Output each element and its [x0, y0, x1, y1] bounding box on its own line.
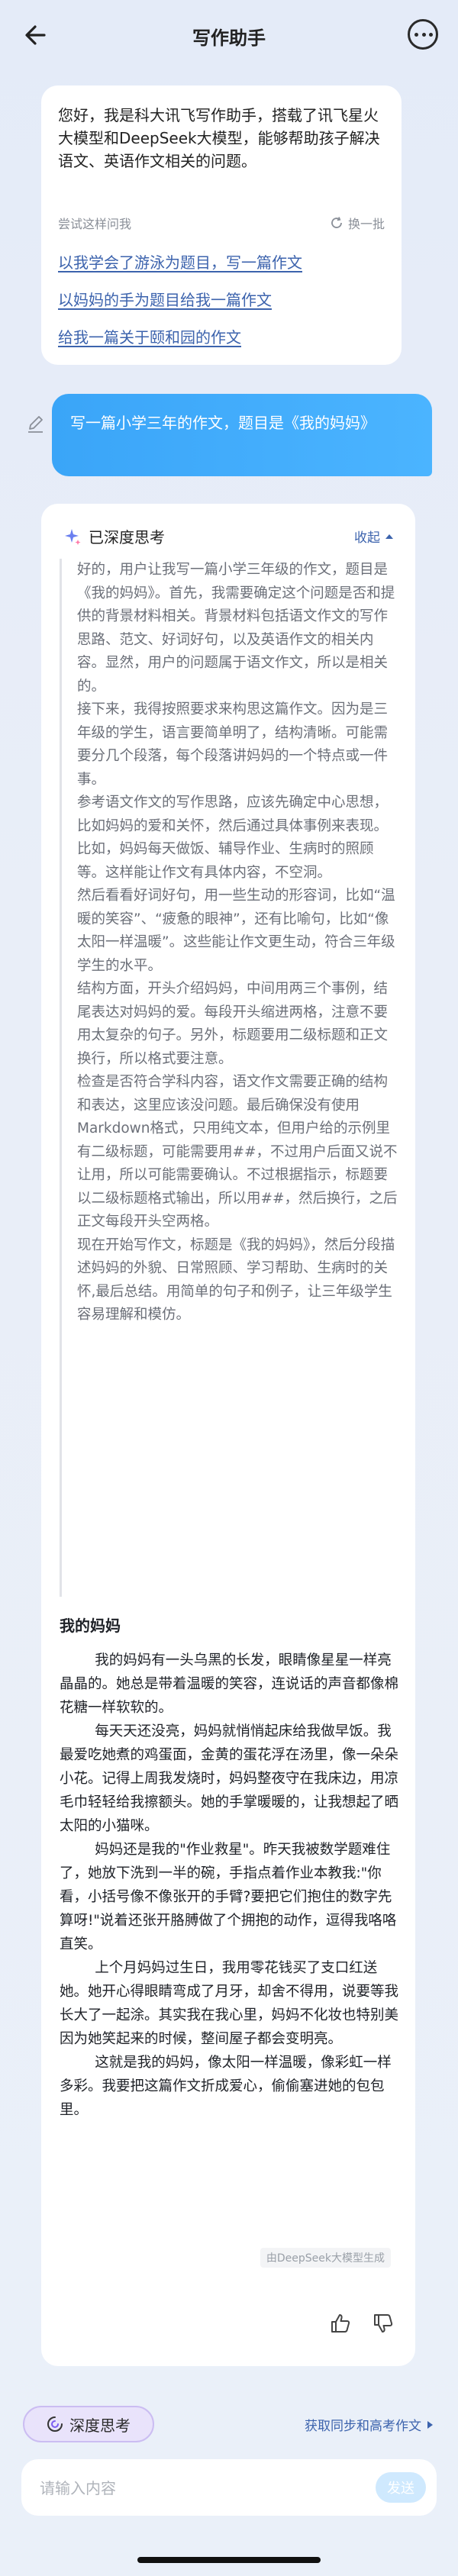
sync-essay-label: 获取同步和高考作文	[305, 2419, 421, 2434]
refresh-label: 换一批	[347, 217, 385, 231]
collapse-label: 收起	[354, 530, 380, 546]
deep-think-label: 深度思考	[69, 2416, 131, 2435]
thinking-paragraph: 检查是否符合学科内容，语文作文需要正确的结构和表达，这里应该没问题。最后确保没有…	[77, 1074, 398, 1230]
home-indicator	[137, 2557, 321, 2563]
thinking-paragraph: 结构方面，开头介绍妈妈，中间用两三个事例，结尾表达对妈妈的爱。每段开头缩进两格，…	[77, 981, 389, 1067]
chevron-up-icon	[385, 534, 393, 539]
deep-think-icon	[47, 2416, 63, 2432]
sparkle-icon	[65, 528, 81, 545]
thinking-paragraph: 接下来，我得按照要求来构思这篇作文。因为是三年级的学生，语言要简单明了，结构清晰…	[77, 701, 389, 788]
user-message-bubble: 写一篇小学三年的作文，题目是《我的妈妈》	[52, 394, 432, 476]
answer-content: 我的妈妈 我的妈妈有一头乌黑的长发，眼睛像星星一样亮晶晶的。她总是带着温暖的笑容…	[60, 1614, 402, 2122]
edit-icon[interactable]	[26, 414, 46, 434]
try-asking-label: 尝试这样问我	[58, 217, 132, 231]
welcome-intro: 您好，我是科大讯飞写作助手，搭载了讯飞星火大模型和DeepSeek大模型，能够帮…	[58, 106, 380, 170]
feedback-row	[330, 2313, 394, 2334]
collapse-thinking-button[interactable]: 收起	[354, 527, 394, 546]
suggestion-link[interactable]: 以我学会了游泳为题目，写一篇作文	[58, 250, 302, 272]
send-button[interactable]: 发送	[376, 2472, 426, 2503]
thinking-paragraph: 现在开始写作文，标题是《我的妈妈》，然后分段描述妈妈的外貌、日常照顾、学习帮助、…	[77, 1236, 395, 1323]
generated-by-note: 由DeepSeek大模型生成	[260, 2248, 391, 2268]
essay-title: 我的妈妈	[60, 1617, 121, 1635]
deep-thinking-label: 已深度思考	[89, 528, 165, 546]
sync-essay-link[interactable]: 获取同步和高考作文	[305, 2415, 434, 2434]
caret-right-icon	[427, 2420, 433, 2429]
thumbs-up-icon[interactable]	[330, 2313, 351, 2334]
essay-paragraph: 每天天还没亮，妈妈就悄悄起床给我做早饭。我最爱吃她煮的鸡蛋面，金黄的蛋花浮在汤里…	[60, 1723, 399, 1834]
thinking-paragraph: 好的，用户让我写一篇小学三年级的作文，题目是《我的妈妈》。首先，我需要确定这个问…	[77, 562, 395, 695]
message-input-box: 发送	[21, 2459, 437, 2516]
essay-paragraph: 我的妈妈有一头乌黑的长发，眼睛像星星一样亮晶晶的。她总是带着温暖的笑容，连说话的…	[60, 1652, 399, 1716]
thinking-paragraph: 然后看看好词好句，用一些生动的形容词，比如“温暖的笑容”、“疲惫的眼神”，还有比…	[77, 888, 395, 974]
thinking-content: 好的，用户让我写一篇小学三年级的作文，题目是《我的妈妈》。首先，我需要确定这个问…	[60, 559, 400, 1597]
header-bar: 写作助手	[0, 0, 458, 69]
suggestion-link[interactable]: 给我一篇关于颐和园的作文	[58, 325, 241, 347]
assistant-response-card: 已深度思考 收起 好的，用户让我写一篇小学三年级的作文，题目是《我的妈妈》。首先…	[41, 504, 415, 2366]
message-input[interactable]	[40, 2478, 314, 2499]
try-asking-row: 尝试这样问我 换一批	[58, 214, 385, 232]
essay-paragraph: 这就是我的妈妈，像太阳一样温暖，像彩虹一样多彩。我要把这篇作文折成爱心，偷偷塞进…	[60, 2055, 392, 2118]
more-options-icon[interactable]	[408, 19, 438, 50]
refresh-icon	[331, 217, 342, 228]
thinking-paragraph: 参考语文作文的写作思路，应该先确定中心思想，比如妈妈的爱和关怀，然后通过具体事例…	[77, 795, 389, 881]
essay-paragraph: 上个月妈妈过生日，我用零花钱买了支口红送她。她开心得眼睛弯成了月牙，却舍不得用，…	[60, 1960, 399, 2047]
deep-thinking-header: 已深度思考	[64, 525, 165, 547]
page-title: 写作助手	[192, 27, 266, 49]
refresh-suggestions-button[interactable]: 换一批	[330, 214, 385, 232]
welcome-card: 您好，我是科大讯飞写作助手，搭载了讯飞星火大模型和DeepSeek大模型，能够帮…	[41, 85, 402, 365]
suggestion-link[interactable]: 以妈妈的手为题目给我一篇作文	[58, 288, 272, 310]
thumbs-down-icon[interactable]	[373, 2313, 394, 2334]
essay-paragraph: 妈妈还是我的"作业救星"。昨天我被数学题难住了，她放下洗到一半的碗，手指点着作业…	[60, 1842, 397, 1952]
deep-think-toggle[interactable]: 深度思考	[23, 2406, 154, 2442]
